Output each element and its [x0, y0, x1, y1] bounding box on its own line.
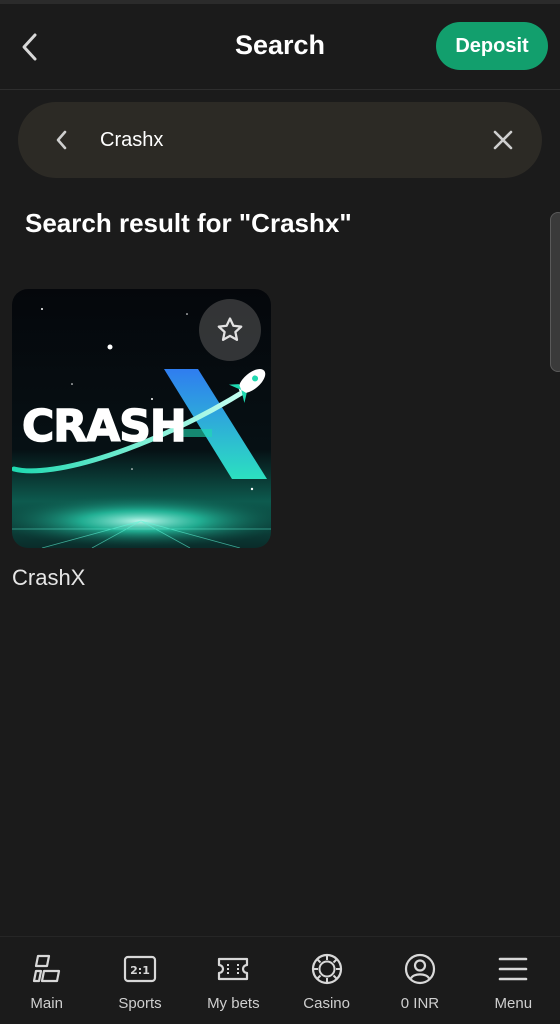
header: Search Deposit	[0, 4, 560, 90]
nav-item-main[interactable]: Main	[0, 937, 93, 1024]
search-back-button[interactable]	[46, 122, 76, 158]
hamburger-icon	[498, 957, 528, 981]
nav-label: Menu	[494, 995, 533, 1012]
nav-item-sports[interactable]: 2:1 Sports	[93, 937, 186, 1024]
balance-label: 0 INR	[400, 995, 440, 1012]
search-result-heading: Search result for "Crashx"	[25, 208, 352, 238]
casino-chip-icon	[311, 953, 342, 985]
scrollbar[interactable]	[550, 212, 560, 372]
sports-icon: 2:1	[123, 955, 157, 983]
nav-label: Main	[30, 995, 63, 1012]
deposit-button[interactable]: Deposit	[436, 22, 548, 70]
search-bar	[18, 102, 542, 178]
svg-text:CRASH: CRASH	[22, 401, 186, 452]
nav-item-casino[interactable]: Casino	[280, 937, 373, 1024]
nav-item-my-bets[interactable]: My bets	[187, 937, 280, 1024]
ticket-icon	[218, 957, 249, 981]
search-input[interactable]	[100, 122, 460, 158]
game-thumbnail[interactable]: CRASH	[12, 289, 271, 548]
game-name: CrashX	[12, 565, 86, 590]
nav-item-menu[interactable]: Menu	[467, 937, 560, 1024]
bottom-nav: Main 2:1 Sports My bets Casino 0 INR Men…	[0, 936, 560, 1024]
chevron-left-icon	[56, 130, 67, 150]
svg-text:2:1: 2:1	[130, 964, 150, 977]
nav-label: Sports	[118, 995, 162, 1012]
nav-label: My bets	[207, 995, 260, 1012]
star-icon	[217, 317, 243, 341]
account-icon	[404, 953, 436, 985]
favorite-button[interactable]	[199, 299, 261, 361]
nav-label: Casino	[303, 995, 350, 1012]
main-icon	[32, 954, 60, 983]
close-icon	[493, 130, 513, 150]
game-card-crashx[interactable]: CRASH CrashX	[12, 289, 271, 592]
clear-search-button[interactable]	[486, 122, 520, 158]
nav-item-account[interactable]: 0 INR	[373, 937, 466, 1024]
